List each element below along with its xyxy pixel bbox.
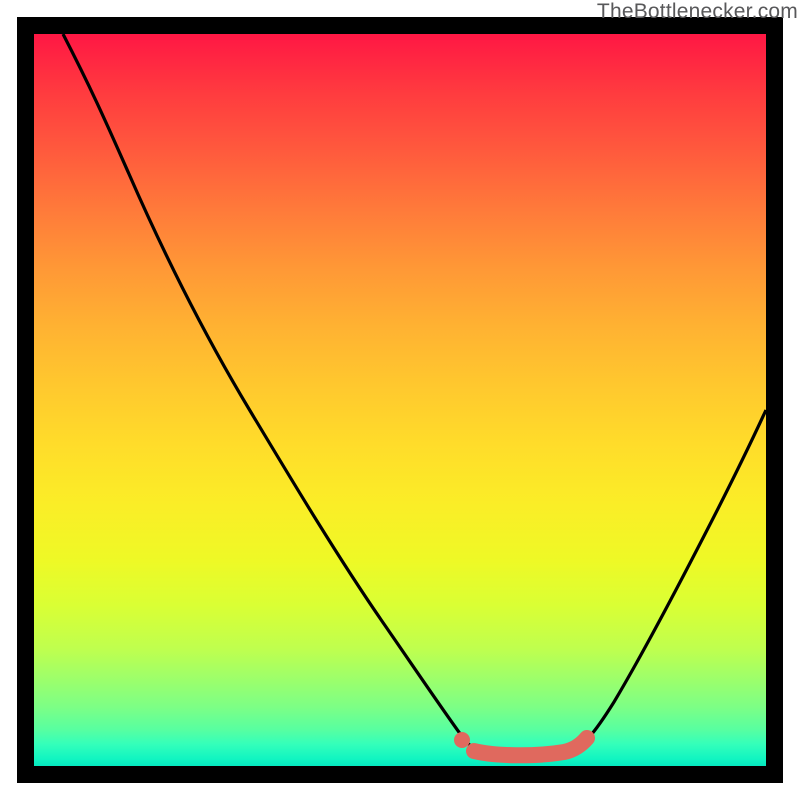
region-start-dot — [454, 732, 470, 748]
attribution-text: TheBottlenecker.com — [597, 0, 798, 24]
chart-svg — [34, 34, 766, 766]
plot-area — [17, 17, 783, 783]
chart-container: TheBottlenecker.com — [0, 0, 800, 800]
bottleneck-curve — [63, 34, 766, 757]
region-pill — [474, 738, 587, 755]
